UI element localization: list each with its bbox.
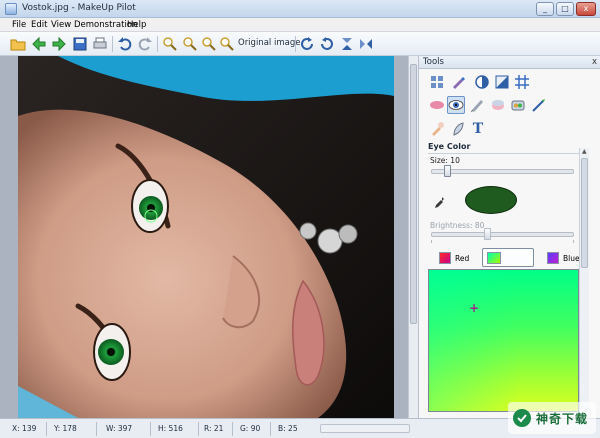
tools-panel-title: Tools (423, 57, 444, 67)
tools-vertical-scrollbar[interactable]: ▲ (579, 148, 589, 418)
green-channel-swatch (487, 252, 501, 264)
status-h: H: 516 (158, 424, 183, 433)
watermark-text: 神奇下载 (536, 411, 589, 426)
size-slider-knob[interactable] (444, 165, 451, 177)
rotate-right-icon[interactable] (298, 35, 316, 53)
menu-help[interactable]: Help (127, 20, 146, 30)
status-horizontal-scrollbar[interactable] (320, 424, 410, 433)
toolbar-separator (112, 36, 113, 52)
blue-channel-swatch (547, 252, 559, 264)
undo-icon[interactable] (116, 35, 134, 53)
feather-icon[interactable] (449, 120, 467, 138)
eyedropper-icon[interactable] (433, 196, 445, 210)
scroll-up-icon[interactable]: ▲ (582, 148, 587, 155)
contrast-icon[interactable] (473, 73, 491, 91)
retouch-brush-icon[interactable] (449, 73, 467, 91)
zoom-in-icon[interactable] (161, 35, 179, 53)
levels-icon[interactable] (493, 73, 511, 91)
image-canvas-area (0, 56, 408, 418)
zoom-out-icon[interactable] (181, 35, 199, 53)
channel-blue[interactable]: Blue (547, 250, 580, 266)
flip-vertical-icon[interactable] (338, 35, 356, 53)
brightness-slider[interactable] (431, 228, 574, 240)
title-bar: Vostok.jpg - MakeUp Pilot _ □ x (0, 0, 600, 18)
powder-brush-icon[interactable] (428, 120, 446, 138)
brightness-label: Brightness: 80 (430, 221, 485, 230)
color-field-overlay (429, 270, 578, 411)
scrollbar-thumb[interactable] (410, 64, 417, 324)
forward-icon[interactable] (50, 35, 68, 53)
grid-icon[interactable] (513, 73, 531, 91)
status-divider (46, 422, 47, 436)
canvas-vertical-scrollbar[interactable] (408, 56, 418, 418)
slider-ticks (431, 240, 574, 243)
toolbar-separator (295, 36, 296, 52)
minimize-button[interactable]: _ (536, 2, 554, 16)
photo-canvas[interactable] (18, 56, 394, 418)
status-w: W: 397 (106, 424, 133, 433)
mascara-brush-icon[interactable] (530, 96, 548, 114)
eye-color-section-title: Eye Color (428, 142, 471, 151)
tools-panel-close-button[interactable]: x (592, 57, 597, 67)
status-divider (198, 422, 199, 436)
status-b: B: 25 (278, 424, 298, 433)
redo-icon[interactable] (136, 35, 154, 53)
tools-panel: Tools x T Eye Color Size: 10 Brightness:… (418, 56, 600, 418)
size-label: Size: 10 (430, 156, 460, 165)
zoom-fit-icon[interactable] (200, 35, 218, 53)
red-channel-swatch (439, 252, 451, 264)
eye-color-swatch[interactable] (465, 186, 517, 214)
app-icon (5, 3, 17, 15)
blush-icon[interactable] (489, 96, 507, 114)
blue-channel-label: Blue (563, 253, 580, 263)
print-icon[interactable] (91, 35, 109, 53)
maximize-button[interactable]: □ (556, 2, 574, 16)
status-g: G: 90 (240, 424, 261, 433)
zoom-actual-icon[interactable] (218, 35, 236, 53)
flip-horizontal-icon[interactable] (357, 35, 375, 53)
open-icon[interactable] (9, 35, 27, 53)
status-divider (232, 422, 233, 436)
toolbar-separator (157, 36, 158, 52)
menu-bar: File Edit View Demonstration Help (0, 18, 600, 32)
lipstick-icon[interactable] (428, 96, 446, 114)
text-tool-icon[interactable]: T (469, 120, 487, 138)
window-title: Vostok.jpg - MakeUp Pilot (22, 3, 136, 13)
rotate-left-icon[interactable] (318, 35, 336, 53)
menu-file[interactable]: File (12, 20, 26, 30)
watermark-logo-icon (513, 409, 531, 427)
menu-edit[interactable]: Edit (31, 20, 47, 30)
color-picker-field[interactable]: + (428, 269, 579, 412)
toolbar: Original image (0, 32, 600, 56)
status-r: R: 21 (204, 424, 224, 433)
eyeshadow-icon[interactable] (509, 96, 527, 114)
menu-view[interactable]: View (51, 20, 71, 30)
section-divider (428, 153, 581, 154)
channel-green[interactable] (482, 248, 534, 267)
status-x: X: 139 (12, 424, 37, 433)
status-divider (150, 422, 151, 436)
eyeliner-icon[interactable] (468, 96, 486, 114)
face-select-icon[interactable] (428, 73, 446, 91)
red-channel-label: Red (455, 253, 470, 263)
tools-scrollbar-thumb[interactable] (581, 158, 588, 268)
watermark: 神奇下载 (508, 402, 596, 434)
color-picker-crosshair[interactable]: + (469, 302, 479, 314)
size-slider[interactable] (431, 165, 574, 177)
channel-red[interactable]: Red (439, 250, 469, 266)
status-divider (270, 422, 271, 436)
status-y: Y: 178 (54, 424, 77, 433)
original-image-button[interactable]: Original image (238, 38, 300, 48)
eye-color-icon[interactable] (447, 96, 465, 114)
save-icon[interactable] (71, 35, 89, 53)
portrait-photo (18, 56, 394, 418)
back-icon[interactable] (30, 35, 48, 53)
brightness-slider-knob[interactable] (484, 228, 491, 240)
close-button[interactable]: x (576, 2, 596, 16)
status-divider (96, 422, 97, 436)
tools-panel-header: Tools x (419, 56, 600, 69)
